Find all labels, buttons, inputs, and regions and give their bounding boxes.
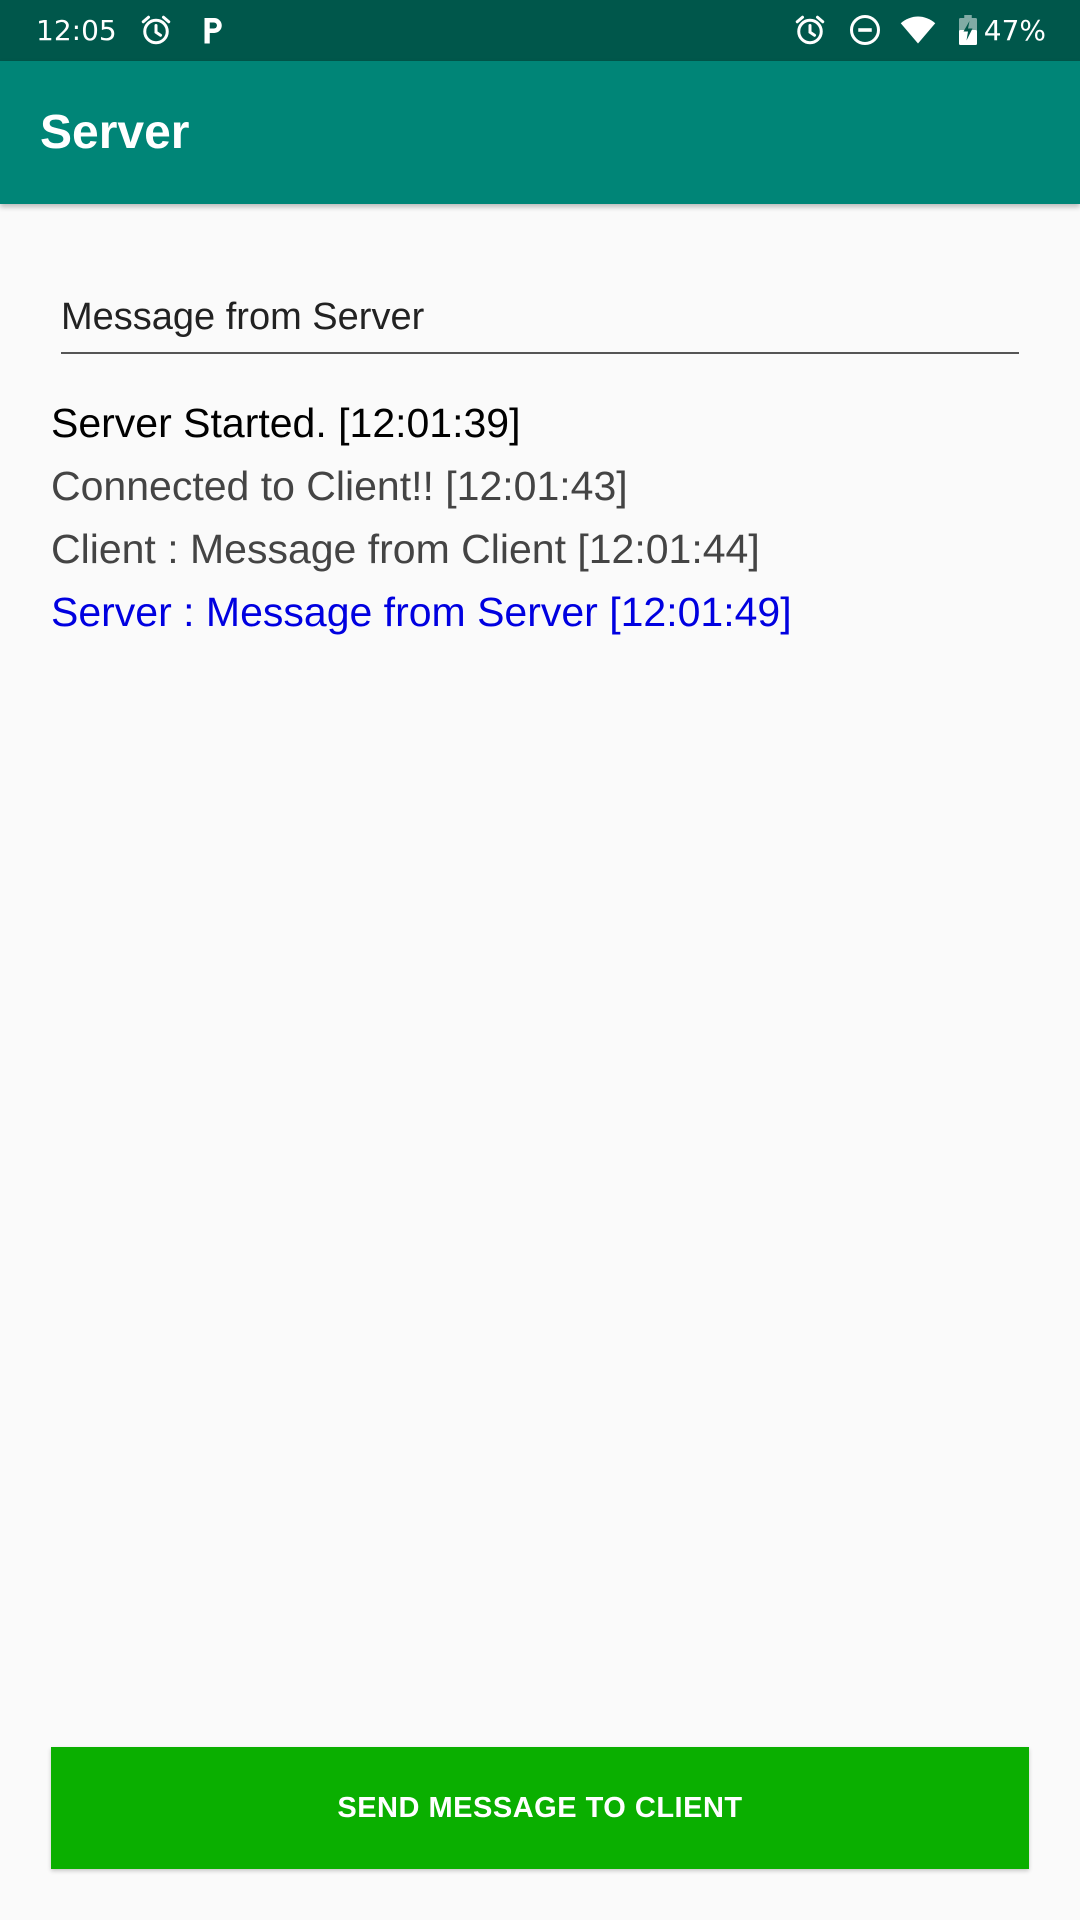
battery-percentage: 47% xyxy=(983,14,1046,47)
message-log: Server Started. [12:01:39] Connected to … xyxy=(51,392,1031,644)
send-message-button[interactable]: SEND MESSAGE TO CLIENT xyxy=(51,1747,1029,1869)
message-input[interactable] xyxy=(61,290,1019,354)
log-line: Server Started. [12:01:39] xyxy=(51,400,521,446)
log-line: Client : Message from Client [12:01:44] xyxy=(51,526,760,572)
do-not-disturb-icon xyxy=(850,15,880,45)
alarm-icon xyxy=(795,15,825,45)
log-line: Connected to Client!! [12:01:43] xyxy=(51,463,628,509)
battery-charging-icon xyxy=(959,15,977,45)
status-time: 12:05 xyxy=(36,14,117,47)
log-line: Server : Message from Server [12:01:49] xyxy=(51,589,792,635)
alarm-icon xyxy=(141,15,171,45)
app-bar-title: Server xyxy=(40,106,190,159)
parking-p-icon xyxy=(204,18,222,44)
wifi-icon xyxy=(900,16,936,44)
status-bar: 12:05 47% xyxy=(0,0,1080,61)
app-bar: Server xyxy=(0,61,1080,204)
